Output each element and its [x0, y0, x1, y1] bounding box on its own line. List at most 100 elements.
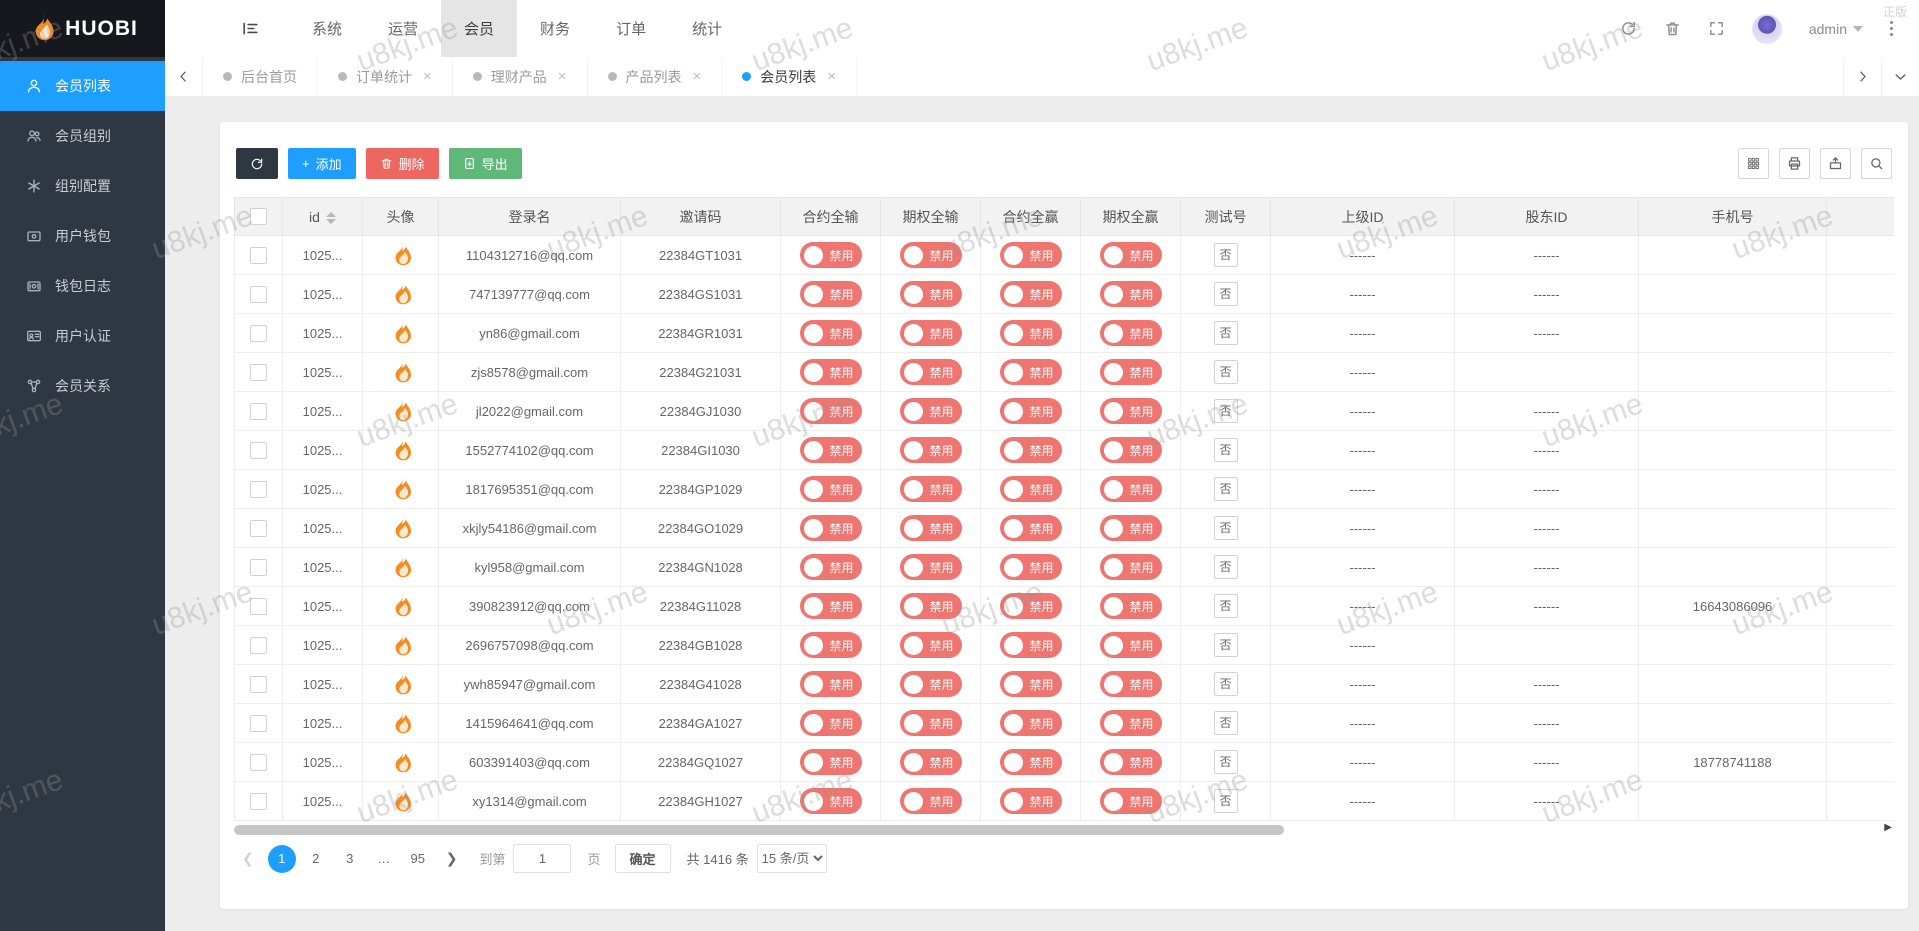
refresh-icon[interactable] [1620, 20, 1637, 37]
scroll-right-icon[interactable]: ▶ [1884, 822, 1892, 833]
status-toggle[interactable]: 禁用 [1100, 554, 1162, 580]
export-button[interactable]: 导出 [449, 148, 522, 179]
row-checkbox[interactable] [250, 286, 267, 303]
status-toggle[interactable]: 禁用 [900, 788, 962, 814]
page-number[interactable]: 3 [336, 845, 364, 873]
nav-item-运营[interactable]: 运营 [365, 0, 441, 57]
tabs-scroll-right-icon[interactable] [1843, 57, 1881, 96]
tabs-menu-icon[interactable] [1881, 57, 1919, 96]
next-page-icon[interactable]: ❯ [440, 850, 464, 867]
status-toggle[interactable]: 禁用 [1000, 515, 1062, 541]
nav-item-系统[interactable]: 系统 [289, 0, 365, 57]
status-toggle[interactable]: 禁用 [1100, 671, 1162, 697]
status-toggle[interactable]: 禁用 [1000, 242, 1062, 268]
row-checkbox[interactable] [250, 520, 267, 537]
sidebar-item-组别配置[interactable]: 组别配置 [0, 161, 165, 211]
row-checkbox[interactable] [250, 637, 267, 654]
sidebar-item-用户钱包[interactable]: 用户钱包 [0, 211, 165, 261]
status-toggle[interactable]: 禁用 [1000, 749, 1062, 775]
nav-item-订单[interactable]: 订单 [593, 0, 669, 57]
close-icon[interactable]: × [827, 68, 836, 85]
status-toggle[interactable]: 禁用 [800, 398, 862, 424]
status-toggle[interactable]: 禁用 [1000, 281, 1062, 307]
nav-item-财务[interactable]: 财务 [517, 0, 593, 57]
status-toggle[interactable]: 禁用 [1000, 554, 1062, 580]
close-icon[interactable]: × [423, 68, 432, 85]
status-toggle[interactable]: 禁用 [900, 437, 962, 463]
status-toggle[interactable]: 禁用 [800, 437, 862, 463]
status-toggle[interactable]: 禁用 [800, 749, 862, 775]
status-toggle[interactable]: 禁用 [800, 632, 862, 658]
status-toggle[interactable]: 禁用 [1100, 437, 1162, 463]
tabs-scroll-left-icon[interactable] [165, 57, 203, 96]
status-toggle[interactable]: 禁用 [1000, 788, 1062, 814]
sidebar-item-用户认证[interactable]: 用户认证 [0, 311, 165, 361]
row-checkbox[interactable] [250, 247, 267, 264]
page-number[interactable]: 1 [268, 845, 296, 873]
nav-item-统计[interactable]: 统计 [669, 0, 745, 57]
export-data-icon[interactable] [1820, 148, 1851, 179]
sidebar-item-会员关系[interactable]: 会员关系 [0, 361, 165, 411]
user-avatar[interactable] [1752, 14, 1782, 44]
status-toggle[interactable]: 禁用 [800, 554, 862, 580]
row-checkbox[interactable] [250, 793, 267, 810]
status-toggle[interactable]: 禁用 [1100, 398, 1162, 424]
row-checkbox[interactable] [250, 559, 267, 576]
status-toggle[interactable]: 禁用 [1100, 749, 1162, 775]
status-toggle[interactable]: 禁用 [800, 476, 862, 502]
status-toggle[interactable]: 禁用 [800, 242, 862, 268]
row-checkbox[interactable] [250, 403, 267, 420]
scrollbar-thumb[interactable] [234, 825, 1284, 835]
row-checkbox[interactable] [250, 715, 267, 732]
status-toggle[interactable]: 禁用 [1000, 710, 1062, 736]
status-toggle[interactable]: 禁用 [900, 671, 962, 697]
delete-button[interactable]: 删除 [366, 148, 439, 179]
status-toggle[interactable]: 禁用 [900, 749, 962, 775]
row-checkbox[interactable] [250, 598, 267, 615]
status-toggle[interactable]: 禁用 [1100, 320, 1162, 346]
status-toggle[interactable]: 禁用 [1000, 593, 1062, 619]
status-toggle[interactable]: 禁用 [1000, 476, 1062, 502]
status-toggle[interactable]: 禁用 [900, 593, 962, 619]
status-toggle[interactable]: 禁用 [900, 281, 962, 307]
status-toggle[interactable]: 禁用 [800, 710, 862, 736]
page-number[interactable]: 2 [302, 845, 330, 873]
close-icon[interactable]: × [558, 68, 567, 85]
row-checkbox[interactable] [250, 481, 267, 498]
status-toggle[interactable]: 禁用 [900, 515, 962, 541]
page-size-select[interactable]: 15 条/页 [757, 844, 827, 873]
row-checkbox[interactable] [250, 442, 267, 459]
user-menu[interactable]: admin [1809, 21, 1863, 37]
tab-订单统计[interactable]: 订单统计× [318, 57, 453, 96]
status-toggle[interactable]: 禁用 [1000, 398, 1062, 424]
select-all-checkbox[interactable] [250, 208, 267, 225]
search-icon[interactable] [1861, 148, 1892, 179]
row-checkbox[interactable] [250, 364, 267, 381]
tab-产品列表[interactable]: 产品列表× [588, 57, 723, 96]
status-toggle[interactable]: 禁用 [900, 554, 962, 580]
sidebar-collapse-icon[interactable] [225, 0, 275, 57]
status-toggle[interactable]: 禁用 [1000, 671, 1062, 697]
add-button[interactable]: +添加 [288, 148, 356, 179]
goto-page-input[interactable] [513, 844, 571, 873]
status-toggle[interactable]: 禁用 [800, 593, 862, 619]
refresh-button[interactable] [236, 148, 278, 179]
status-toggle[interactable]: 禁用 [800, 320, 862, 346]
status-toggle[interactable]: 禁用 [1000, 437, 1062, 463]
status-toggle[interactable]: 禁用 [900, 398, 962, 424]
status-toggle[interactable]: 禁用 [1000, 320, 1062, 346]
tab-会员列表[interactable]: 会员列表× [722, 57, 857, 96]
sidebar-item-会员列表[interactable]: 会员列表 [0, 61, 165, 111]
status-toggle[interactable]: 禁用 [900, 632, 962, 658]
prev-page-icon[interactable]: ❮ [236, 850, 260, 867]
tab-后台首页[interactable]: 后台首页 [203, 57, 318, 96]
status-toggle[interactable]: 禁用 [900, 359, 962, 385]
status-toggle[interactable]: 禁用 [1100, 242, 1162, 268]
status-toggle[interactable]: 禁用 [800, 671, 862, 697]
more-menu-icon[interactable] [1890, 21, 1893, 36]
status-toggle[interactable]: 禁用 [1100, 359, 1162, 385]
confirm-goto-button[interactable]: 确定 [615, 844, 671, 873]
status-toggle[interactable]: 禁用 [1100, 632, 1162, 658]
sidebar-item-钱包日志[interactable]: 钱包日志 [0, 261, 165, 311]
page-number[interactable]: 95 [404, 845, 432, 873]
